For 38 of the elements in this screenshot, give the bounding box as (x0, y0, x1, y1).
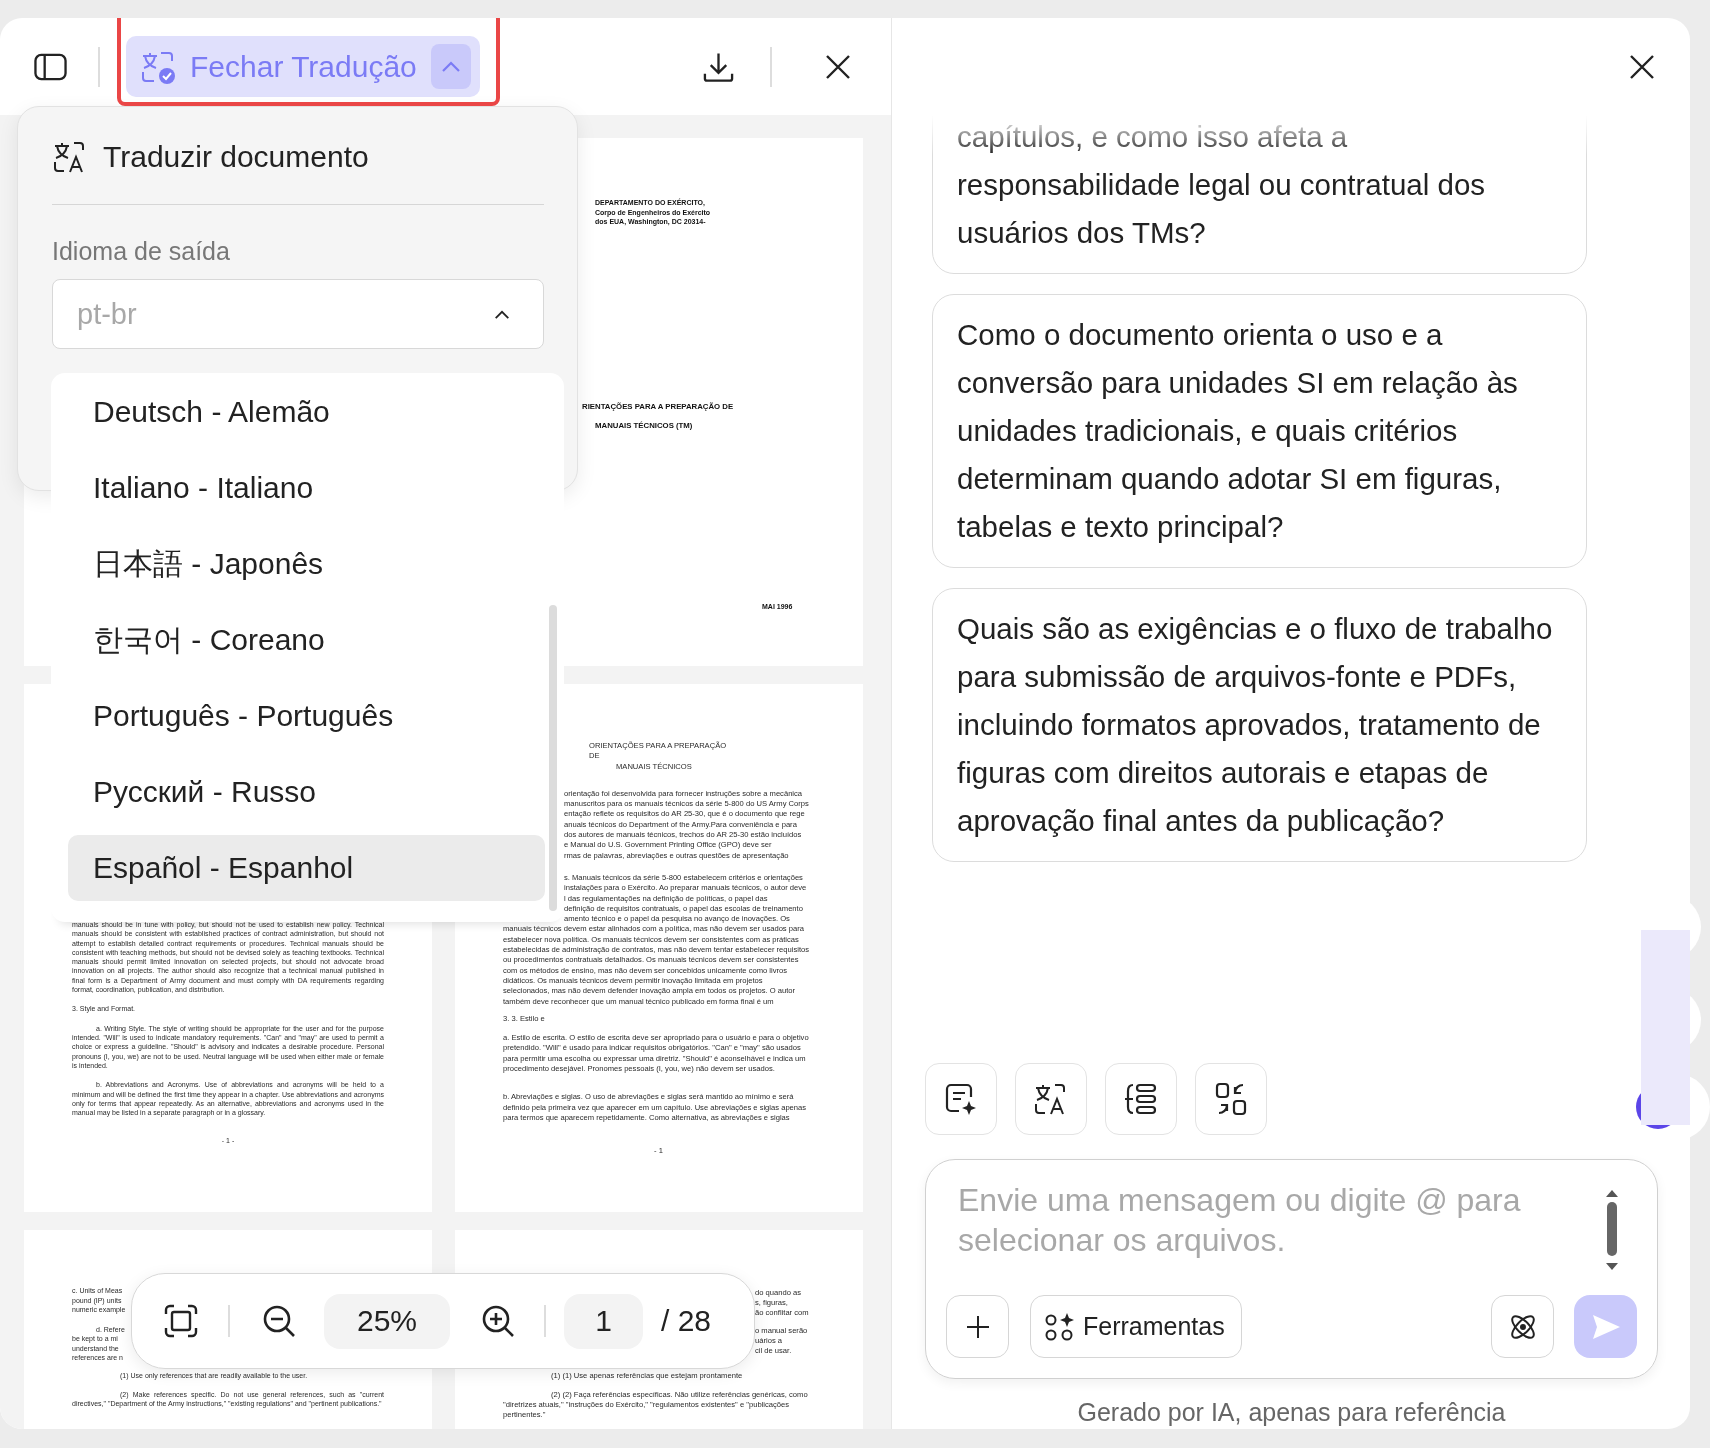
chevron-icon (493, 308, 511, 320)
add-button[interactable] (946, 1295, 1009, 1358)
outline-tool-button[interactable] (1105, 1063, 1177, 1135)
close-icon[interactable] (825, 53, 851, 80)
zoom-in-icon[interactable] (480, 1303, 516, 1339)
zoom-level[interactable]: 25% (324, 1293, 450, 1349)
close-icon[interactable] (1629, 53, 1655, 80)
language-option[interactable]: Deutsch - Alemão (68, 379, 545, 445)
suggested-question[interactable]: Como o documento orienta o uso e a conversão para unidades SI em relação às unidades tradicionais, e quais critérios determinam quando adotar SI em figuras, tabelas e texto principal? (932, 294, 1587, 568)
page-total: / 28 (661, 1304, 712, 1338)
disclaimer: Gerado por IA, apenas para referência (1076, 1397, 1507, 1428)
model-button[interactable] (1491, 1295, 1554, 1358)
page-number-field[interactable]: 1 (564, 1293, 643, 1349)
suggested-question[interactable]: Quais são as exigências e o fluxo de trabalho para submissão de arquivos-fonte e PDFs, incluindo formatos aprovados, tratamento de figuras com direitos autorais e etapas de aprovação final antes da publicação? (932, 588, 1587, 862)
summary-tool-button[interactable] (925, 1063, 997, 1135)
apps-icon (1045, 1311, 1075, 1342)
plus-icon (965, 1314, 990, 1339)
scrollbar-thumb[interactable] (549, 605, 557, 911)
zoom-out-icon[interactable] (261, 1303, 297, 1339)
tools-button[interactable]: Ferramentas (1030, 1295, 1242, 1358)
scrollbar[interactable] (1605, 1190, 1619, 1270)
translate-tool-button[interactable] (1015, 1063, 1087, 1135)
language-option[interactable]: Español - Espanhol (68, 835, 545, 901)
sidebar-toggle-icon[interactable] (34, 51, 67, 82)
language-option[interactable]: Português - Português (68, 683, 545, 749)
language-option[interactable]: Русский - Russo (68, 759, 545, 825)
swap-icon (1213, 1081, 1249, 1117)
chevron-icon (440, 60, 461, 73)
outline-icon (1123, 1081, 1159, 1117)
message-field[interactable]: Envie uma mensagem ou digite @ para selecionar os arquivos. Ferramentas (925, 1159, 1658, 1379)
output-language-label: Idioma de saída (52, 236, 231, 266)
collapse-toggle[interactable] (430, 44, 471, 89)
language-option[interactable]: Italiano - Italiano (68, 455, 545, 521)
fit-page-icon[interactable] (163, 1303, 199, 1339)
language-option[interactable]: 日本語 - Japonês (68, 531, 545, 597)
convert-tool-button[interactable] (1195, 1063, 1267, 1135)
panel-title: Traduzir documento (103, 140, 369, 174)
language-option[interactable]: 한국어 - Coreano (68, 607, 545, 673)
